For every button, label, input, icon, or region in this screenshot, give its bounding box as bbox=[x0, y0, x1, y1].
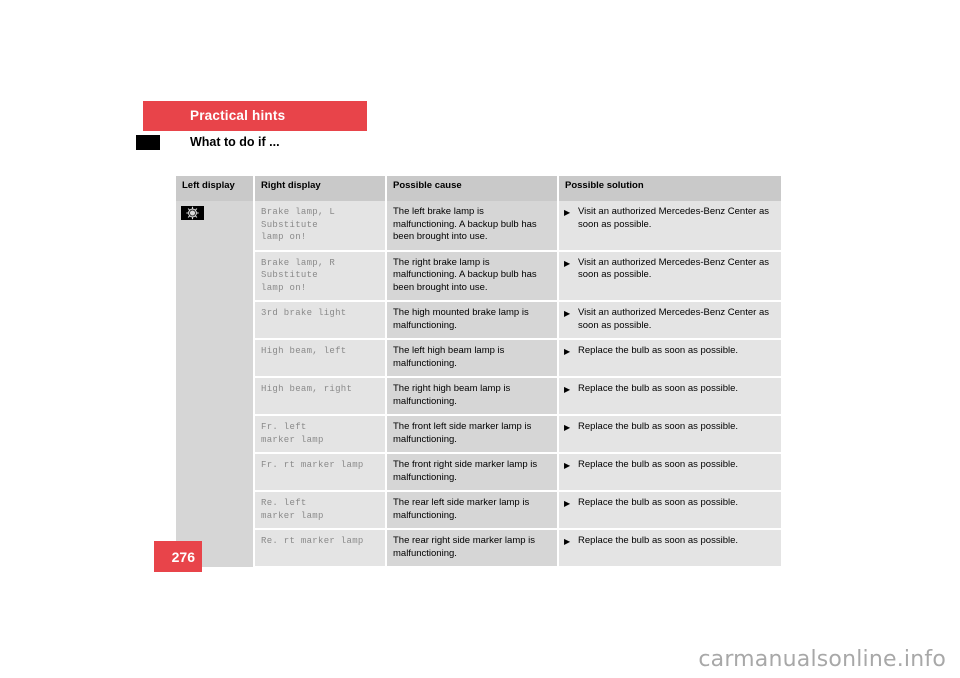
display-message-line: High beam, left bbox=[261, 346, 347, 356]
table-row: Re. rt marker lamp The rear right side ma… bbox=[176, 529, 781, 568]
bullet-triangle-icon: ▶ bbox=[564, 309, 571, 318]
column-header-possible-cause: Possible cause bbox=[386, 176, 559, 201]
cell-right-display: Re. left marker lamp bbox=[254, 491, 387, 530]
cell-right-display: High beam, right bbox=[254, 377, 387, 416]
cell-possible-solution: ▶ Replace the bulb as soon as possible. bbox=[558, 377, 781, 416]
bulb-failure-warning-icon bbox=[181, 206, 204, 220]
section-heading: What to do if ... bbox=[136, 133, 280, 151]
display-message-line: 3rd brake light bbox=[261, 308, 347, 318]
chapter-banner: Practical hints bbox=[143, 101, 367, 131]
solution-text: Replace the bulb as soon as possible. bbox=[578, 459, 739, 470]
table-header: Left display Right display Possible caus… bbox=[176, 176, 781, 201]
cell-right-display: Fr. rt marker lamp bbox=[254, 453, 387, 492]
column-header-right-display: Right display bbox=[254, 176, 387, 201]
table-row: Brake lamp, L Substitute lamp on! The left … bbox=[176, 201, 781, 567]
bullet-triangle-icon: ▶ bbox=[564, 258, 571, 268]
cell-possible-cause: The left brake lamp is malfunctioning. A… bbox=[386, 201, 559, 252]
table-row: High beam, left The left high beam lamp i… bbox=[176, 339, 781, 378]
bullet-triangle-icon: ▶ bbox=[564, 385, 571, 394]
display-message-line: Substitute bbox=[261, 219, 319, 230]
display-message-line: High beam, right bbox=[261, 384, 353, 394]
bullet-triangle-icon: ▶ bbox=[564, 208, 571, 217]
cell-possible-cause: The left high beam lamp is malfunctionin… bbox=[386, 339, 559, 378]
column-header-left-display: Left display bbox=[176, 176, 255, 201]
cell-possible-solution: ▶ Replace the bulb as soon as possible. bbox=[558, 453, 781, 492]
cell-right-display: High beam, left bbox=[254, 339, 387, 378]
table-row: Fr. rt marker lamp The front right side m… bbox=[176, 453, 781, 492]
solution-text: Replace the bulb as soon as possible. bbox=[578, 383, 739, 394]
solution-text: Replace the bulb as soon as possible. bbox=[578, 421, 739, 432]
troubleshooting-table-container: Left display Right display Possible caus… bbox=[176, 176, 781, 568]
table-row: Fr. left marker lamp The front left side m… bbox=[176, 415, 781, 454]
cell-possible-solution: ▶ Visit an authorized Mercedes-Benz Cente… bbox=[558, 201, 781, 252]
cell-possible-solution: ▶ Replace the bulb as soon as possible. bbox=[558, 415, 781, 454]
cell-possible-solution: ▶ Replace the bulb as soon as possible. bbox=[558, 339, 781, 378]
cell-possible-solution: ▶ Visit an authorized Mercedes-Benz Cente… bbox=[558, 250, 781, 302]
solution-text: Replace the bulb as soon as possible. bbox=[578, 497, 739, 508]
cell-right-display: Brake lamp, R Substitute lamp on! bbox=[254, 250, 387, 302]
bullet-triangle-icon: ▶ bbox=[564, 347, 571, 356]
solution-text: Replace the bulb as soon as possible. bbox=[578, 345, 739, 356]
display-message-line: Re. left bbox=[261, 498, 307, 508]
cell-possible-cause: The rear left side marker lamp is malfun… bbox=[386, 491, 559, 530]
chapter-banner-label: Practical hints bbox=[190, 108, 286, 123]
bullet-triangle-icon: ▶ bbox=[564, 537, 571, 546]
solution-text: Visit an authorized Mercedes-Benz Center… bbox=[578, 206, 769, 230]
solution-text: Visit an authorized Mercedes-Benz Center… bbox=[578, 307, 769, 331]
cell-right-display: Fr. left marker lamp bbox=[254, 415, 387, 454]
cell-possible-solution: ▶ Replace the bulb as soon as possible. bbox=[558, 529, 781, 568]
display-message-line: Fr. left bbox=[261, 422, 307, 432]
cell-left-display bbox=[176, 201, 255, 567]
troubleshooting-table: Left display Right display Possible caus… bbox=[176, 176, 781, 568]
bullet-triangle-icon: ▶ bbox=[564, 499, 571, 508]
cell-possible-cause: The front right side marker lamp is malf… bbox=[386, 453, 559, 492]
cell-right-display: Re. rt marker lamp bbox=[254, 529, 387, 568]
table-header-row: Left display Right display Possible caus… bbox=[176, 176, 781, 201]
section-marker-block bbox=[136, 134, 160, 150]
display-message-line: Brake lamp, R bbox=[261, 257, 336, 268]
page-number-badge: 276 bbox=[154, 541, 202, 572]
cell-possible-cause: The front left side marker lamp is malfu… bbox=[386, 415, 559, 454]
cell-possible-cause: The rear right side marker lamp is malfu… bbox=[386, 529, 559, 568]
column-header-possible-solution: Possible solution bbox=[558, 176, 781, 201]
display-message-line: lamp on! bbox=[261, 282, 307, 293]
table-row: 3rd brake light The high mounted brake la… bbox=[176, 301, 781, 340]
cell-right-display: Brake lamp, L Substitute lamp on! bbox=[254, 201, 387, 252]
display-message-line: Re. rt marker lamp bbox=[261, 536, 364, 546]
cell-possible-cause: The right high beam lamp is malfunctioni… bbox=[386, 377, 559, 416]
solution-text: Visit an authorized Mercedes-Benz Center… bbox=[578, 256, 769, 281]
watermark: carmanualsonline.info bbox=[698, 647, 946, 672]
cell-possible-cause: The high mounted brake lamp is malfuncti… bbox=[386, 301, 559, 340]
table-row: High beam, right The right high beam lamp… bbox=[176, 377, 781, 416]
solution-text: Replace the bulb as soon as possible. bbox=[578, 535, 739, 546]
page-title: What to do if ... bbox=[190, 135, 280, 149]
table-body: Brake lamp, L Substitute lamp on! The left … bbox=[176, 201, 781, 568]
cell-possible-solution: ▶ Replace the bulb as soon as possible. bbox=[558, 491, 781, 530]
bullet-triangle-icon: ▶ bbox=[564, 423, 571, 432]
page-number: 276 bbox=[171, 549, 195, 565]
table-row: Brake lamp, R Substitute lamp on! The right… bbox=[176, 250, 781, 302]
cell-right-display: 3rd brake light bbox=[254, 301, 387, 340]
cell-possible-cause: The right brake lamp is malfunctioning. … bbox=[386, 250, 559, 302]
cell-possible-solution: ▶ Visit an authorized Mercedes-Benz Cente… bbox=[558, 301, 781, 340]
display-message-line: marker lamp bbox=[261, 510, 324, 521]
display-message-line: lamp on! bbox=[261, 232, 307, 242]
display-message-line: Brake lamp, L bbox=[261, 207, 336, 217]
display-message-line: Substitute bbox=[261, 270, 319, 280]
bullet-triangle-icon: ▶ bbox=[564, 461, 571, 470]
table-row: Re. left marker lamp The rear left side ma… bbox=[176, 491, 781, 530]
display-message-line: Fr. rt marker lamp bbox=[261, 460, 364, 470]
display-message-line: marker lamp bbox=[261, 434, 324, 445]
